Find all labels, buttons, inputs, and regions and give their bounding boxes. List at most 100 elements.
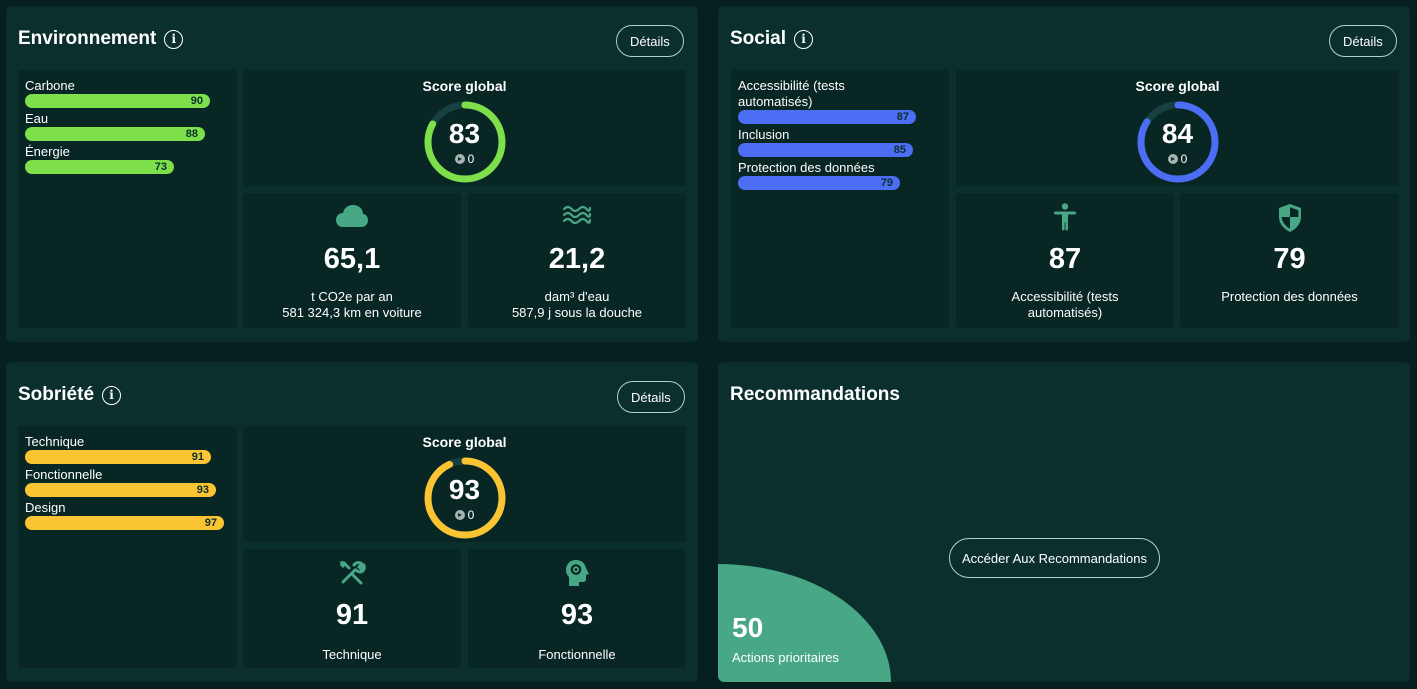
environment-title: Environnement [18,28,157,49]
data-protection-stat-card: 79 Protection des données [1180,193,1399,328]
info-icon[interactable]: i [164,29,184,49]
sobriety-title: Sobriété [18,384,95,405]
recommendations-panel: Recommandations Accéder Aux Recommandati… [718,362,1410,682]
fonctionnelle-bar: 93 [25,483,216,497]
water-waves-icon [468,203,686,231]
bar-label: Eau [25,111,49,126]
delta-icon [1167,154,1178,164]
stat-value: 87 [1048,243,1082,275]
energie-bar: 73 [25,160,174,174]
bar-item: Design 97 [25,500,230,530]
tools-icon [243,559,461,587]
technique-bar: 91 [25,450,211,464]
bar-value: 85 [893,144,906,156]
score-gauge: 93 0 [423,456,507,540]
head-gear-icon [468,559,686,587]
bar-item: Fonctionnelle 93 [25,467,230,497]
bar-value: 79 [880,177,893,189]
sobriety-bars: Technique 91 Fonctionnelle 93 Design 97 [18,426,237,668]
social-title: Social [730,28,786,49]
bar-label: Design [25,500,66,515]
bar-item: Protection des données 79 [738,160,942,190]
bar-label: Énergie [25,144,70,159]
bar-value: 97 [204,517,217,529]
social-panel: Social i Détails Accessibilité (tests au… [718,6,1410,342]
data-protection-bar: 79 [738,176,900,190]
score-delta: 0 [1180,152,1188,166]
priority-actions-label: Actions prioritaires [732,650,839,665]
social-details-button[interactable]: Détails [1329,25,1397,57]
stat-caption: Protection des données [1221,289,1358,304]
priority-actions-badge[interactable]: 50 Actions prioritaires [718,564,891,682]
environment-bars: Carbone 90 Eau 88 Énergie 73 [18,70,237,328]
score-value: 84 [1161,118,1194,149]
score-delta: 0 [467,152,475,166]
eau-bar: 88 [25,127,205,141]
bar-item: Inclusion 85 [738,127,942,157]
sobriety-details-button[interactable]: Détails [617,381,685,413]
bar-item: Eau 88 [25,111,230,141]
bar-label: Fonctionnelle [25,467,103,482]
bar-label: Accessibilité (tests automatisés) [738,78,845,109]
carbon-stat-card: 65,1 t CO2e par an 581 324,3 km en voitu… [243,193,461,328]
stat-caption-secondary: 581 324,3 km en voiture [282,305,422,320]
social-bars: Accessibilité (tests automatisés) 87 Inc… [731,70,949,328]
bar-label: Protection des données [738,160,875,175]
accessibility-stat-card: 87 Accessibilité (tests automatisés) [956,193,1174,328]
score-gauge: 84 0 [1136,100,1220,184]
priority-actions-count: 50 [732,612,764,643]
design-bar: 97 [25,516,224,530]
bar-item: Carbone 90 [25,78,230,108]
score-title: Score global [422,434,507,450]
bar-label: Inclusion [738,127,790,142]
stat-caption: Technique [322,647,382,662]
bar-item: Accessibilité (tests automatisés) 87 [738,78,942,124]
delta-icon [454,154,465,164]
stat-caption: Fonctionnelle [538,647,616,662]
stat-value: 65,1 [323,243,381,275]
info-icon[interactable]: i [102,385,122,405]
info-icon[interactable]: i [793,29,813,49]
bar-value: 73 [154,161,167,173]
stat-value: 21,2 [548,243,606,275]
bar-label: Technique [25,434,85,449]
recommendations-title: Recommandations [730,384,900,405]
bar-item: Énergie 73 [25,144,230,174]
bar-item: Technique 91 [25,434,230,464]
technique-stat-card: 91 Technique [243,549,461,668]
stat-value: 93 [560,599,594,631]
stat-caption-secondary: 587,9 j sous la douche [511,305,643,320]
social-score-card: Score global 84 0 [956,70,1399,186]
sobriety-score-card: Score global 93 0 [243,426,686,542]
accessibility-bar: 87 [738,110,916,124]
score-title: Score global [422,78,507,94]
stat-value: 79 [1273,243,1306,275]
score-title: Score global [1135,78,1220,94]
stat-caption: dam³ d'eau [544,289,610,304]
score-delta: 0 [467,508,475,522]
fonctionnelle-stat-card: 93 Fonctionnelle [468,549,686,668]
bar-value: 88 [185,128,198,140]
delta-icon [454,510,465,520]
environment-panel: Environnement i Détails Carbone 90 Eau 8… [6,6,698,342]
access-recommendations-button[interactable]: Accéder Aux Recommandations [949,538,1160,578]
bar-value: 87 [896,111,909,123]
score-gauge: 83 0 [423,100,507,184]
stat-caption: Accessibilité (tests automatisés) [1011,289,1119,320]
score-value: 83 [448,118,481,149]
carbone-bar: 90 [25,94,210,108]
bar-label: Carbone [25,78,75,93]
inclusion-bar: 85 [738,143,913,157]
environment-details-button[interactable]: Détails [616,25,684,57]
stat-value: 91 [335,599,369,631]
cloud-icon [243,203,461,231]
bar-value: 90 [190,95,203,107]
bar-value: 91 [191,451,204,463]
shield-icon [1180,203,1399,232]
score-value: 93 [448,474,481,505]
environment-score-card: Score global 83 0 [243,70,686,186]
stat-caption: t CO2e par an [311,289,393,304]
bar-value: 93 [196,484,209,496]
sobriety-panel: Sobriété i Détails Technique 91 Fonction… [6,362,698,682]
water-stat-card: 21,2 dam³ d'eau 587,9 j sous la douche [468,193,686,328]
